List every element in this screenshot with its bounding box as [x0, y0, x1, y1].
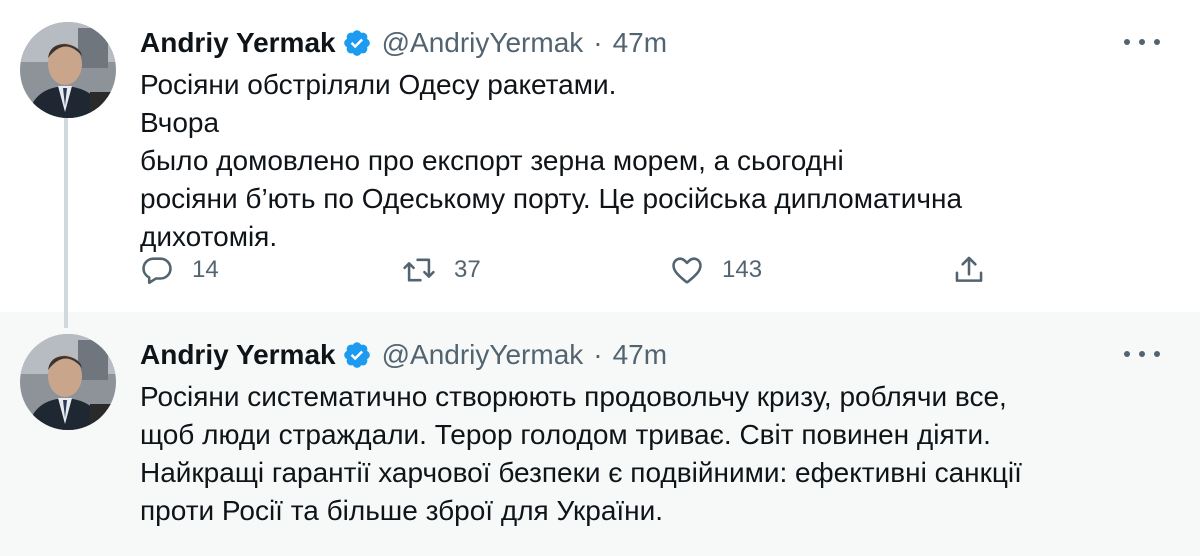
tweet-actions: 14 37 143	[140, 252, 1040, 288]
thread-connector-line	[64, 118, 68, 328]
author-handle[interactable]: @AndriyYermak	[382, 27, 584, 59]
tweet-line: дихотомія.	[140, 221, 278, 252]
tweet-line: проти Росії та більше зброї для України.	[140, 495, 664, 526]
avatar[interactable]	[20, 334, 116, 430]
avatar-photo-icon	[20, 334, 116, 430]
separator-dot: ·	[593, 339, 603, 370]
separator-dot: ·	[593, 27, 603, 58]
reply-button[interactable]: 14	[140, 252, 219, 288]
avatar[interactable]	[20, 22, 116, 118]
share-icon	[955, 256, 983, 282]
tweet-line: Росіяни систематично створюють продоволь…	[140, 381, 1007, 412]
tweet[interactable]: Andriy Yermak @AndriyYermak · 47m Росіян…	[0, 0, 1200, 312]
more-options-icon[interactable]	[1124, 342, 1160, 366]
verified-badge-icon	[342, 28, 372, 58]
share-button[interactable]	[952, 252, 986, 288]
reply-count: 14	[192, 256, 219, 283]
tweet[interactable]: Andriy Yermak @AndriyYermak · 47m Росіян…	[0, 312, 1200, 556]
reply-icon	[142, 257, 172, 285]
like-button[interactable]: 143	[670, 252, 762, 288]
author-name[interactable]: Andriy Yermak	[140, 339, 336, 371]
retweet-icon	[403, 258, 435, 282]
tweet-line-rest: было домовлено про експорт зерна морем, …	[140, 145, 844, 176]
tweet-line: Вчора	[140, 104, 1140, 142]
tweet-line: щоб люди страждали. Терор голодом триває…	[140, 419, 991, 450]
timestamp[interactable]: 47m	[613, 339, 667, 371]
tweet-header: Andriy Yermak @AndriyYermak · 47m	[140, 338, 667, 372]
tweet-line-prefix: Вчора	[140, 107, 220, 138]
retweet-button[interactable]: 37	[402, 252, 481, 288]
retweet-count: 37	[454, 256, 481, 283]
verified-badge-icon	[342, 340, 372, 370]
avatar-photo-icon	[20, 22, 116, 118]
like-icon	[672, 257, 702, 284]
author-handle[interactable]: @AndriyYermak	[382, 339, 584, 371]
tweet-text: Росіяни обстріляли Одесу ракетами. Вчора…	[140, 66, 1140, 256]
tweet-line: Росіяни обстріляли Одесу ракетами.	[140, 69, 617, 100]
author-name[interactable]: Andriy Yermak	[140, 27, 336, 59]
like-count: 143	[722, 256, 763, 283]
more-options-icon[interactable]	[1124, 30, 1160, 54]
tweet-text: Росіяни систематично створюють продоволь…	[140, 378, 1140, 530]
timestamp[interactable]: 47m	[613, 27, 667, 59]
ukraine-flag-icon	[229, 111, 265, 135]
tweet-header: Andriy Yermak @AndriyYermak · 47m	[140, 26, 667, 60]
tweet-line: росіяни б’ють по Одеському порту. Це рос…	[140, 183, 963, 214]
tweet-line: Найкращі гарантії харчової безпеки є под…	[140, 457, 1022, 488]
